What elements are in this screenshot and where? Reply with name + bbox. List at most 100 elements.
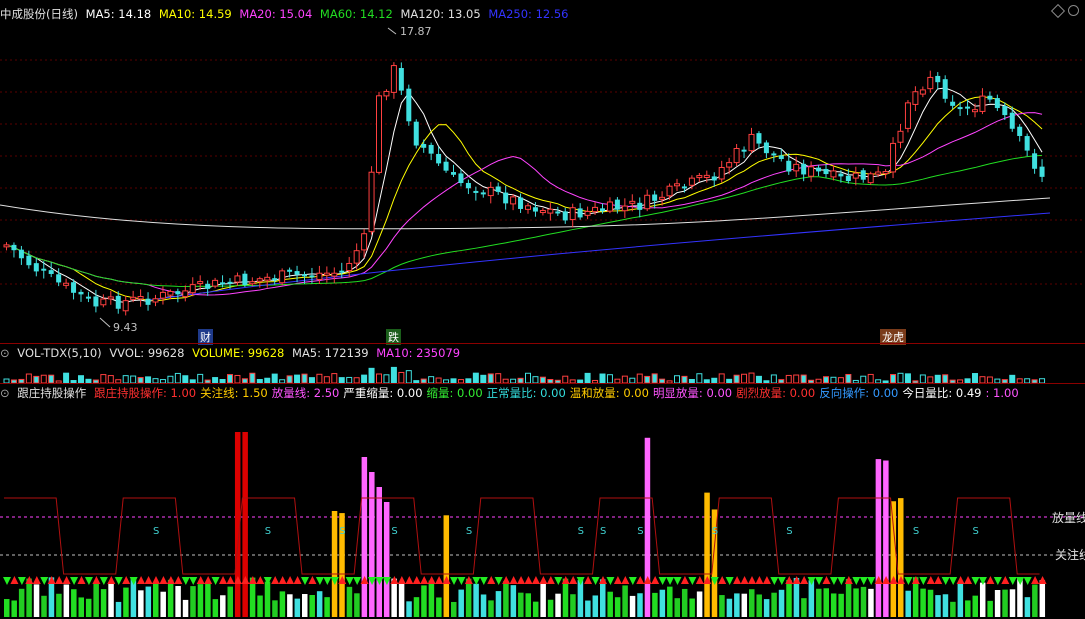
indicator-bar	[875, 459, 882, 617]
indicator-bar	[11, 600, 17, 617]
up-arrow-icon	[137, 576, 146, 584]
candle	[555, 211, 561, 214]
candle	[830, 170, 837, 178]
candle	[801, 163, 807, 175]
down-arrow-icon	[189, 577, 198, 585]
candle	[703, 174, 710, 178]
candle	[473, 190, 479, 193]
candle	[294, 271, 300, 275]
down-arrow-icon	[673, 577, 682, 585]
candle	[562, 211, 568, 221]
candle	[525, 205, 531, 210]
indicator-bar	[920, 588, 926, 617]
candle	[1002, 106, 1008, 116]
candle	[458, 173, 464, 184]
down-arrow-icon	[770, 577, 779, 585]
volume-bar	[294, 374, 301, 384]
candle	[644, 194, 651, 210]
candle	[979, 95, 986, 112]
volume-bar	[331, 373, 338, 384]
indicator-bar	[905, 590, 911, 617]
candle	[182, 290, 189, 298]
s-marker: S	[637, 526, 643, 537]
up-arrow-icon	[204, 576, 213, 584]
candle	[205, 283, 211, 289]
indicator-bar	[890, 501, 897, 617]
up-arrow-icon	[986, 576, 995, 584]
indicator-panel[interactable]: ⊙ 跟庄持股操作 跟庄持股操作: 1.00 关注线: 1.50 放量线: 2.50 严…	[0, 384, 1085, 619]
candle	[756, 133, 762, 144]
up-arrow-icon	[584, 576, 593, 584]
volume-chart[interactable]	[0, 344, 1085, 384]
volume-bar	[636, 373, 643, 384]
up-arrow-icon	[748, 576, 756, 584]
indicator-bar	[994, 589, 1001, 617]
candle	[197, 281, 204, 285]
candle	[234, 275, 241, 283]
volume-bar	[182, 375, 189, 384]
down-arrow-icon	[494, 577, 503, 585]
volume-bar	[107, 375, 114, 384]
up-arrow-icon	[405, 576, 414, 584]
indicator-bar	[1032, 584, 1038, 617]
indicator-bar	[786, 580, 792, 617]
indicator-bar	[160, 591, 166, 617]
candle	[741, 149, 747, 152]
indicator-bar	[823, 588, 829, 617]
indicator-bar	[1024, 597, 1031, 617]
candle	[957, 107, 963, 110]
s-marker: S	[600, 526, 606, 537]
up-arrow-icon	[740, 576, 749, 584]
up-arrow-icon	[636, 576, 645, 584]
up-arrow-icon	[956, 576, 965, 584]
candlestick-chart[interactable]: 17.87 9.43	[0, 0, 1085, 344]
candle	[919, 89, 926, 95]
candle	[361, 233, 368, 251]
candle	[175, 291, 181, 295]
indicator-bar	[398, 583, 405, 617]
candle	[309, 275, 315, 278]
volume-bar	[130, 375, 137, 384]
candle	[152, 298, 159, 303]
up-arrow-icon	[32, 576, 41, 584]
candle	[167, 290, 174, 296]
candle	[495, 186, 501, 192]
down-arrow-icon	[904, 577, 913, 585]
price-panel[interactable]: 中成股份(日线) MA5: 14.18 MA10: 14.59 MA20: 15…	[0, 0, 1085, 345]
down-arrow-icon	[323, 577, 332, 585]
indicator-bar	[652, 592, 658, 617]
indicator-bar	[592, 595, 599, 617]
ma10-line	[6, 96, 1043, 302]
indicator-chart[interactable]: 放量线 关注线 S S S S S S S S S S S S	[0, 384, 1085, 619]
indicator-bar	[190, 586, 196, 617]
indicator-bar	[585, 600, 591, 617]
indicator-bar	[138, 590, 144, 617]
indicator-bar	[413, 597, 420, 617]
up-arrow-icon	[524, 576, 533, 584]
indicator-bar	[100, 589, 107, 617]
volume-bar	[562, 375, 569, 384]
up-arrow-icon	[122, 576, 131, 584]
candle	[1024, 136, 1030, 151]
indicator-bar	[816, 588, 822, 617]
candle	[85, 296, 91, 299]
indicator-bar	[465, 578, 472, 617]
up-arrow-icon	[144, 576, 153, 584]
volume-bar	[361, 374, 368, 384]
volume-panel[interactable]: ⊙ VOL-TDX(5,10) VVOL: 99628 VOLUME: 9962…	[0, 344, 1085, 384]
up-arrow-icon	[531, 576, 540, 584]
candle	[11, 244, 17, 251]
volume-bar	[860, 375, 867, 384]
candle	[41, 268, 47, 271]
candle	[666, 185, 673, 197]
up-arrow-icon	[680, 576, 689, 584]
candle	[406, 88, 412, 122]
s-marker: S	[466, 526, 472, 537]
indicator-bar	[488, 600, 494, 617]
down-arrow-icon	[301, 577, 309, 585]
down-arrow-icon	[777, 577, 786, 585]
volume-bar	[301, 373, 308, 384]
volume-bar	[63, 372, 70, 384]
volume-bar	[167, 375, 174, 384]
candle	[823, 168, 829, 175]
